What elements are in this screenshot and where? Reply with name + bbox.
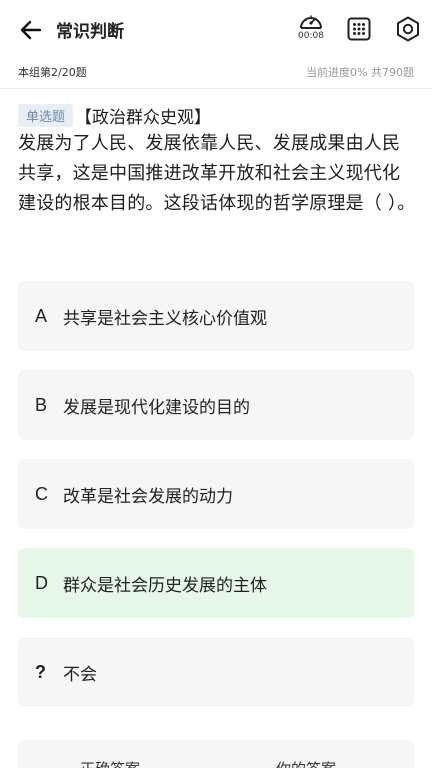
option-c[interactable]: C 改革是社会发展的动力	[18, 459, 414, 529]
question-text: 发展为了人民、发展依靠人民、发展成果由人民共享，这是中国推进改革开放和社会主义现…	[18, 133, 416, 214]
group-progress-text: 本组第2/20题	[18, 66, 87, 79]
gear-icon	[397, 16, 419, 42]
option-a[interactable]: A 共享是社会主义核心价值观	[18, 281, 414, 351]
option-text: 共享是社会主义核心价值观	[63, 308, 267, 329]
question-mark-icon: ?	[35, 661, 46, 682]
timer-text: 00:08	[298, 31, 324, 41]
page-title: 常识判断	[56, 22, 124, 42]
question-category: 【政治群众史观】	[75, 107, 212, 128]
option-text: 群众是社会历史发展的主体	[63, 575, 267, 596]
question-block: 单选题 【政治群众史观】 发展为了人民、发展依靠人民、发展成果由人民共享，这是中…	[18, 102, 416, 219]
option-b[interactable]: B 发展是现代化建设的目的	[18, 370, 414, 440]
option-text: 改革是社会发展的动力	[63, 486, 233, 507]
arrow-left-icon	[20, 20, 42, 40]
timer-button[interactable]: 00:08	[293, 12, 329, 46]
quiz-page: 常识判断 00:08 本组第2/20题 当前进度0% 共790题 单选题 【政治…	[0, 0, 432, 768]
option-d[interactable]: D 群众是社会历史发展的主体	[18, 548, 414, 618]
grid-icon	[347, 17, 371, 41]
option-letter: D	[35, 572, 48, 593]
option-letter: A	[35, 305, 48, 326]
answer-comparison-bar: 正确答案 你的答案	[18, 740, 414, 768]
your-answer-label: 你的答案	[276, 758, 336, 768]
progress-bar-row: 本组第2/20题 当前进度0% 共790题	[0, 60, 432, 84]
back-button[interactable]	[14, 14, 48, 46]
option-letter: C	[35, 483, 48, 504]
overall-progress-text: 当前进度0% 共790题	[306, 66, 414, 79]
option-dont-know[interactable]: ? 不会	[18, 637, 414, 707]
option-letter: B	[35, 394, 48, 415]
correct-answer-label: 正确答案	[80, 758, 140, 768]
top-bar: 常识判断 00:08	[0, 0, 432, 60]
option-text: 不会	[63, 664, 97, 685]
question-type-badge: 单选题	[18, 103, 74, 127]
settings-button[interactable]	[393, 14, 423, 44]
divider	[0, 88, 432, 89]
answer-sheet-button[interactable]	[345, 15, 373, 43]
option-text: 发展是现代化建设的目的	[63, 397, 250, 418]
stopwatch-icon	[300, 15, 322, 29]
